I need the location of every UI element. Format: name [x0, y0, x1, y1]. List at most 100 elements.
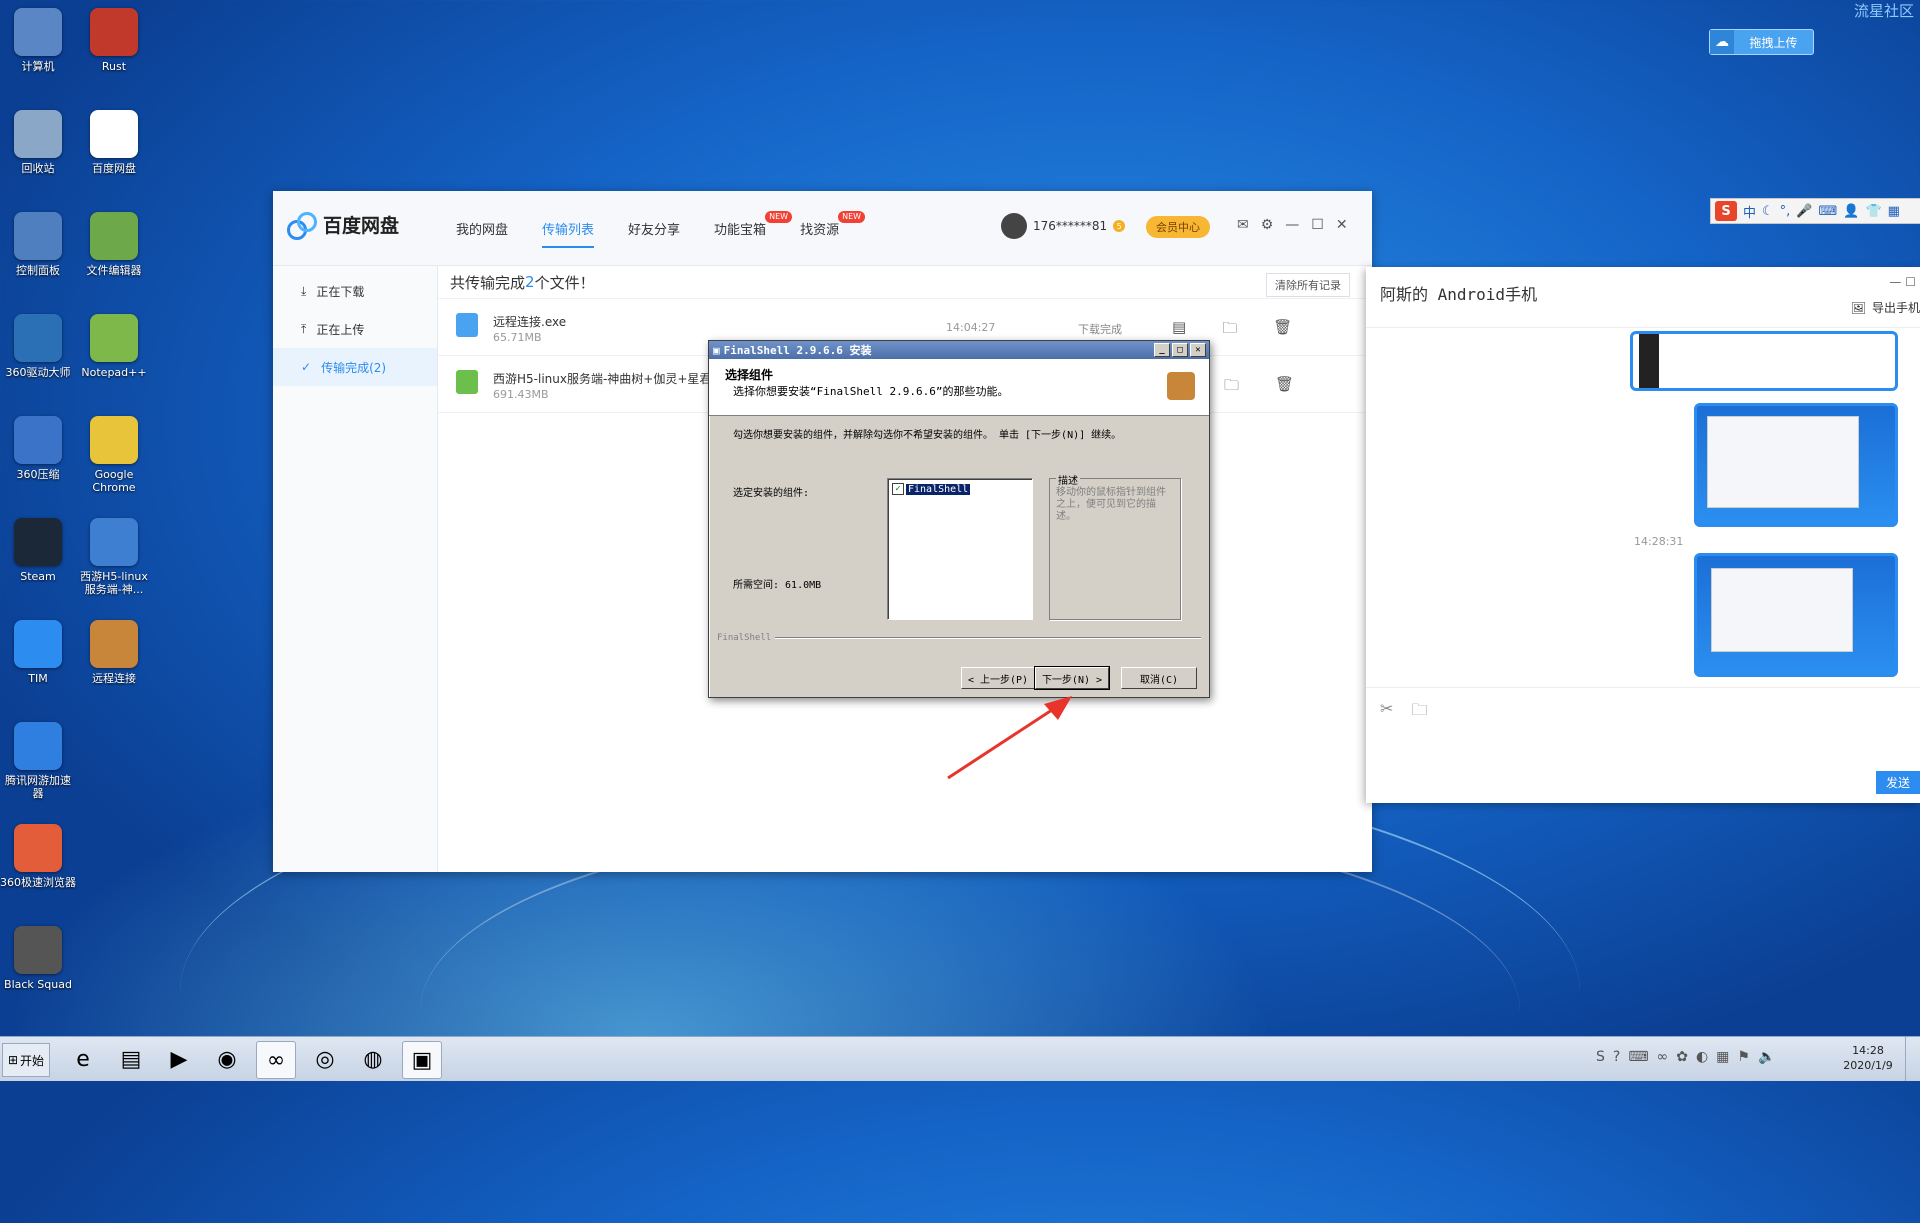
sidebar-item[interactable]: ⤓ 正在下载	[273, 272, 437, 310]
mic-icon[interactable]: 🎤	[1796, 204, 1812, 219]
gear-icon[interactable]: ⚙	[1261, 217, 1274, 233]
punctuation-icon[interactable]: °,	[1780, 204, 1791, 219]
clear-records-button[interactable]: 清除所有记录	[1266, 273, 1350, 297]
phone-panel: 阿斯的 Android手机 — ☐ 🖼 导出手机 14:28:31 ✂ 🗀 发送	[1366, 267, 1920, 803]
tab-nav[interactable]: 好友分享	[628, 219, 680, 248]
minimize-icon[interactable]: —	[1285, 217, 1299, 233]
drag-upload-button[interactable]: ☁ 拖拽上传	[1709, 29, 1814, 55]
dialog-heading: 选择组件	[725, 368, 774, 382]
desktop-icon[interactable]: 西游H5-linux服务端-神...	[76, 516, 152, 596]
select-components-label: 选定安装的组件:	[733, 488, 810, 499]
explorer-icon[interactable]: ▤	[112, 1041, 150, 1077]
maximize-icon[interactable]: □	[1172, 343, 1188, 357]
start-button[interactable]: ⊞ 开始	[2, 1043, 50, 1077]
ie-icon[interactable]: e	[64, 1041, 102, 1077]
next-button[interactable]: 下一步(N) >	[1034, 666, 1110, 690]
desktop-icon-label: 远程连接	[92, 672, 136, 685]
red-arrow-annotation	[947, 696, 1072, 780]
folder-icon[interactable]: 🗀	[1411, 699, 1427, 726]
remote-icon	[90, 620, 138, 668]
brand-separator: FinalShell	[717, 633, 1201, 643]
desktop-icon[interactable]: 360压缩	[0, 414, 76, 481]
avatar[interactable]	[1001, 213, 1027, 239]
desktop-icon[interactable]: 百度网盘	[76, 108, 152, 175]
maximize-icon[interactable]: ☐	[1311, 217, 1324, 233]
volume-icon[interactable]: 🔈	[1758, 1049, 1775, 1065]
desktop-icon[interactable]: 远程连接	[76, 618, 152, 685]
steam-icon[interactable]: ◐	[1696, 1049, 1708, 1065]
desktop-icon[interactable]: 360驱动大师	[0, 312, 76, 379]
folder-icon[interactable]: 🗀	[1224, 375, 1239, 400]
vip-center-button[interactable]: 会员中心	[1146, 216, 1210, 238]
trash-icon[interactable]: 🗑	[1275, 375, 1294, 400]
shirt-icon[interactable]: 👕	[1865, 204, 1881, 219]
desktop-icon[interactable]: 文件编辑器	[76, 210, 152, 277]
component-list[interactable]: ✓ FinalShell	[887, 478, 1033, 620]
username[interactable]: 176******81	[1033, 219, 1107, 233]
desktop-icon[interactable]: Google Chrome	[76, 414, 152, 494]
mail-icon[interactable]: ✉	[1237, 217, 1249, 233]
checkbox-checked-icon[interactable]: ✓	[892, 483, 904, 495]
sogou-ime-icon[interactable]: S	[1715, 201, 1737, 221]
keyboard-icon[interactable]: ⌨	[1819, 204, 1838, 219]
screenshot-thumb[interactable]	[1694, 553, 1898, 677]
installer-icon[interactable]: ▣	[402, 1041, 442, 1079]
component-item[interactable]: ✓ FinalShell	[892, 483, 971, 495]
flag-icon[interactable]: ⚑	[1737, 1049, 1750, 1065]
tab-nav[interactable]: 我的网盘	[456, 219, 508, 248]
back-button[interactable]: < 上一步(P)	[961, 667, 1035, 689]
user-icon[interactable]: 👤	[1843, 204, 1859, 219]
desktop-icon[interactable]: 控制面板	[0, 210, 76, 277]
clock[interactable]: 14:28 2020/1/9	[1838, 1043, 1898, 1073]
minimize-icon[interactable]: —	[1889, 275, 1901, 289]
send-button[interactable]: 发送	[1875, 771, 1920, 794]
component-name[interactable]: FinalShell	[906, 483, 971, 495]
app-icon[interactable]: ✿	[1676, 1049, 1688, 1065]
export-phone-button[interactable]: 🖼 导出手机	[1851, 299, 1920, 316]
desktop-icon-label: Google Chrome	[92, 468, 136, 494]
moon-icon[interactable]: ☾	[1762, 204, 1774, 219]
network-icon[interactable]: ▦	[1716, 1049, 1729, 1065]
keyboard-icon[interactable]: ⌨	[1628, 1049, 1648, 1065]
desktop-icon[interactable]: 回收站	[0, 108, 76, 175]
tab-nav[interactable]: 找资源 NEW	[800, 211, 866, 248]
baidu-netdisk-icon[interactable]: ∞	[256, 1041, 296, 1079]
user-info[interactable]: 176******81 5	[1001, 213, 1126, 239]
desktop-icon[interactable]: Steam	[0, 516, 76, 583]
help-icon[interactable]: ?	[1613, 1049, 1620, 1065]
folder-icon[interactable]: 🗀	[1222, 318, 1237, 343]
close-icon[interactable]: ✕	[1190, 343, 1206, 357]
chrome-icon[interactable]: ◎	[306, 1041, 344, 1077]
ime-toolbar[interactable]: S 中 ☾ °, 🎤 ⌨ 👤 👕 ▦	[1710, 198, 1920, 224]
tab-nav[interactable]: 传输列表	[542, 219, 595, 248]
ime-mode[interactable]: 中	[1743, 202, 1756, 221]
sidebar-item[interactable]: ✓ 传输完成(2)	[273, 348, 437, 386]
screenshot-thumb[interactable]	[1694, 403, 1898, 527]
close-icon[interactable]: ✕	[1336, 217, 1348, 233]
sogou-ime-icon[interactable]: S	[1596, 1049, 1605, 1065]
trash-icon[interactable]: 🗑	[1273, 318, 1292, 343]
baidu-netdisk-icon[interactable]: ∞	[1657, 1049, 1669, 1065]
browser-360-icon[interactable]: ◉	[208, 1041, 246, 1077]
desktop-icon[interactable]: 360极速浏览器	[0, 822, 76, 889]
screenshot-thumb[interactable]	[1630, 331, 1898, 391]
maximize-icon[interactable]: ☐	[1905, 275, 1916, 289]
file-editor-icon	[90, 212, 138, 260]
desktop-icon[interactable]: 计算机	[0, 6, 76, 73]
game-icon[interactable]: ◍	[354, 1041, 392, 1077]
desktop-icon[interactable]: TIM	[0, 618, 76, 685]
tab-nav[interactable]: 功能宝箱 NEW	[714, 211, 793, 248]
desktop-icon[interactable]: Black Squad	[0, 924, 76, 991]
desktop-icon[interactable]: 腾讯网游加速器	[0, 720, 76, 800]
desktop-icon[interactable]: Notepad++	[76, 312, 152, 379]
sidebar-item-label: 正在下载	[316, 284, 365, 299]
show-desktop-button[interactable]	[1905, 1037, 1920, 1081]
scissors-icon[interactable]: ✂	[1380, 699, 1393, 726]
dialog-titlebar[interactable]: ▣ FinalShell 2.9.6.6 安装 _ □ ✕	[709, 341, 1209, 359]
grid-icon[interactable]: ▦	[1888, 204, 1900, 219]
cancel-button[interactable]: 取消(C)	[1121, 667, 1197, 689]
sidebar-item[interactable]: ⤒ 正在上传	[273, 310, 437, 348]
media-player-icon[interactable]: ▶	[160, 1041, 198, 1077]
minimize-icon[interactable]: _	[1154, 343, 1170, 357]
desktop-icon[interactable]: Rust	[76, 6, 152, 73]
